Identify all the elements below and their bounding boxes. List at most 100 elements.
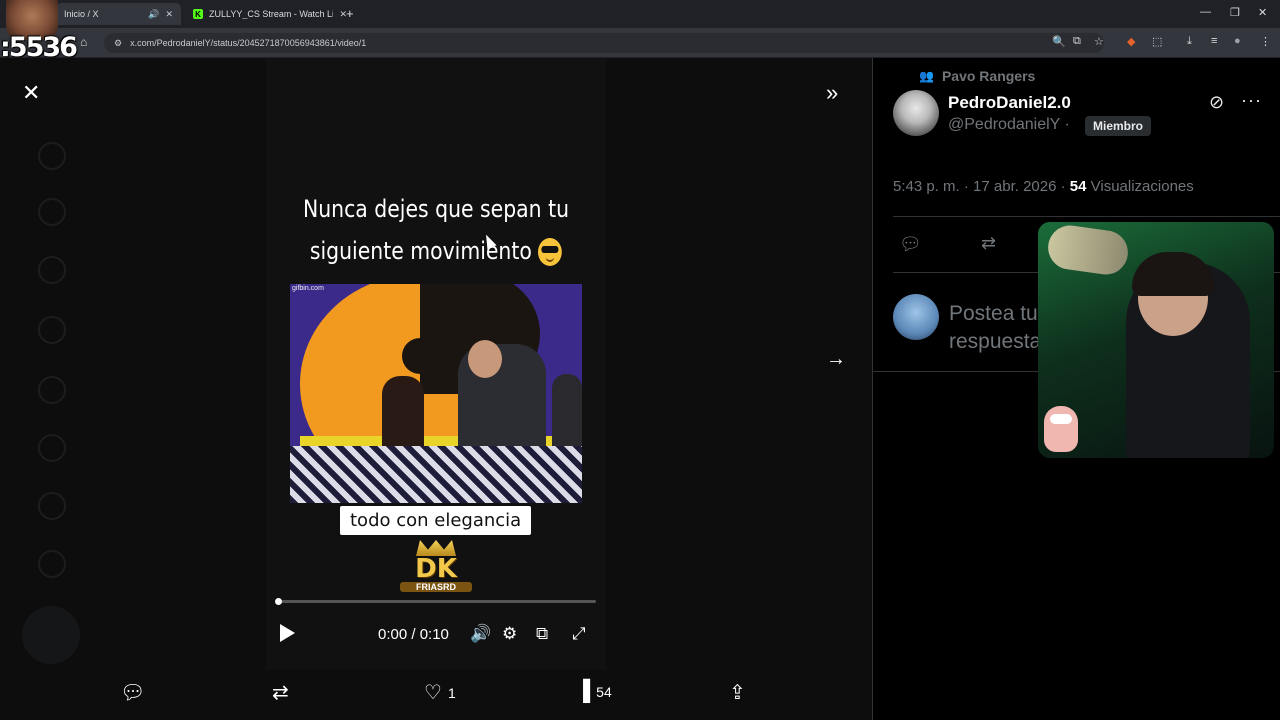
video-progress-bar[interactable] [275,598,596,605]
video-frame: gifbin.com [290,284,582,503]
video-subtitle: todo con elegancia [340,506,532,535]
author-name[interactable]: PedroDaniel2.0 [948,93,1071,113]
like-count: 1 [447,684,456,701]
home-nav-icon [38,142,66,170]
logo-main-text: DK [415,554,457,584]
dk-logo: DK FRIASRD [394,540,478,608]
menu-kebab-icon[interactable]: ⋮ [1260,35,1271,48]
play-icon[interactable] [280,624,295,642]
extensions-puzzle-icon[interactable]: ⬚ [1152,35,1162,48]
share-button[interactable]: ⇪ [729,680,746,705]
man-head [468,340,502,378]
sunglasses-emoji-icon [538,238,563,266]
caption-line-2-text: siguiente movimiento [309,237,532,265]
streamer-webcam [1038,222,1274,458]
reply-button[interactable]: 💬︎ [120,680,145,705]
divider [893,216,1280,217]
author-handle[interactable]: @PedrodanielY · [948,116,1070,134]
new-tab-button[interactable]: + [346,6,354,21]
share-icon: ⇪ [729,682,746,704]
person-left [382,376,424,452]
restore-icon[interactable]: ❐ [1230,6,1240,19]
views-button[interactable]: ▐ 54 [576,680,612,703]
cartoon-sticker [1044,406,1078,452]
grok-nav-icon [38,376,66,404]
fullscreen-icon[interactable]: ⤢ [572,624,586,644]
speaker-icon[interactable]: 🔊 [148,9,159,20]
close-tab-icon[interactable]: ✕ [165,9,173,20]
expand-panel-icon[interactable]: » [826,80,838,106]
extension-icon[interactable]: ◆ [1127,35,1135,48]
zoom-icon[interactable]: 🔍 [1052,35,1066,48]
settings-gear-icon[interactable]: ⚙ [502,624,517,644]
home-icon[interactable]: ⌂ [80,35,87,49]
url-field[interactable]: ⚙ x.com/PedrodanielY/status/204527187005… [104,33,1104,53]
stream-overlay: :5536 [0,0,78,64]
close-viewer-button[interactable]: ✕ [22,80,40,106]
set-backdrop-dot [402,338,438,374]
post-views-number: 54 [1069,178,1087,195]
tab-label: Inicio / X [64,9,99,19]
reply-input[interactable]: Postea tu respuesta [949,300,1049,356]
bookmark-star-icon[interactable]: ☆ [1094,35,1104,48]
more-nav-icon [38,550,66,578]
logo-sub-text: FRIASRD [400,582,472,592]
like-button[interactable]: ♡ 1 [424,680,456,705]
minimize-icon[interactable]: — [1200,6,1211,18]
messages-nav-icon [38,316,66,344]
download-icon[interactable]: ⤓ [1187,35,1192,48]
author-avatar[interactable] [893,90,939,136]
translate-icon[interactable]: ⧉ [1073,35,1081,48]
site-settings-icon[interactable]: ⚙ [114,38,122,49]
community-label[interactable]: 👥 Pavo Rangers [919,68,1035,84]
post-meta: 5:43 p. m. · 17 abr. 2026 · 54 Visualiza… [893,178,1194,195]
member-badge: Miembro [1085,116,1152,136]
picture-in-picture-icon[interactable]: ⧉ [536,624,548,644]
video-caption: Nunca dejes que sepan tu siguiente movim… [292,188,581,272]
profile-icon[interactable]: ● [1234,35,1241,47]
author-handle-text: @PedrodanielY [948,116,1061,133]
video-time: 0:00 / 0:10 [378,626,449,643]
more-options-icon[interactable]: ··· [1241,90,1262,111]
caption-line-2: siguiente movimiento [292,230,581,272]
address-bar-row: ⌂ ⚙ x.com/PedrodanielY/status/2045271870… [0,28,1280,58]
profile-nav-icon [38,492,66,520]
person-right [552,374,582,450]
community-icon: 👥 [919,69,934,83]
url-text: x.com/PedrodanielY/status/20452718700569… [130,38,367,48]
tab-kick-stream[interactable]: K ZULLYY_CS Stream - Watch Live ✕ [185,3,355,25]
reply-icon: 💬︎ [120,682,146,704]
repost-icon: ⇄ [272,682,289,704]
tab-label: ZULLYY_CS Stream - Watch Live [209,9,334,19]
next-media-arrow-icon[interactable]: → [826,348,846,371]
current-user-avatar [893,294,939,340]
volume-icon[interactable]: 🔊 [470,624,491,644]
video-player[interactable]: Nunca dejes que sepan tu siguiente movim… [266,58,606,670]
checkered-table [290,446,582,503]
lists-nav-icon [38,434,66,462]
views-count: 54 [596,683,612,700]
overlay-counter: :5536 [0,32,78,63]
video-controls: 0:00 / 0:10 🔊 ⚙ ⧉ ⤢ [266,622,606,652]
media-action-bar: 💬︎ ⇄ ♡ 1 ▐ 54 ⇪ [0,676,872,716]
caption-line-1: Nunca dejes que sepan tu [302,195,570,223]
close-window-icon[interactable]: ✕ [1258,6,1267,19]
search-nav-icon [38,198,66,226]
repost-button[interactable]: ⇄ [272,680,289,705]
progress-knob[interactable] [275,598,282,605]
browser-tab-bar: Inicio / X 🔊 ✕ K ZULLYY_CS Stream - Watc… [0,0,1280,28]
cast-icon[interactable]: ≡ [1211,35,1217,47]
reply-icon[interactable]: 💬︎ [899,234,922,255]
kick-icon: K [193,9,203,19]
tab-x-home[interactable]: Inicio / X 🔊 ✕ [56,3,181,25]
community-name: Pavo Rangers [941,68,1036,84]
bar-chart-icon: ▐ [576,680,591,702]
heart-icon: ♡ [424,682,442,704]
repost-icon[interactable]: ⇄ [981,233,996,254]
notifications-nav-icon [38,256,66,284]
post-time[interactable]: 5:43 p. m. · 17 abr. 2026 · [893,178,1066,195]
post-views-label: Visualizaciones [1090,178,1194,195]
frame-watermark: gifbin.com [292,285,324,292]
compose-fab [22,606,80,664]
grok-icon[interactable]: ⊘ [1209,92,1224,113]
